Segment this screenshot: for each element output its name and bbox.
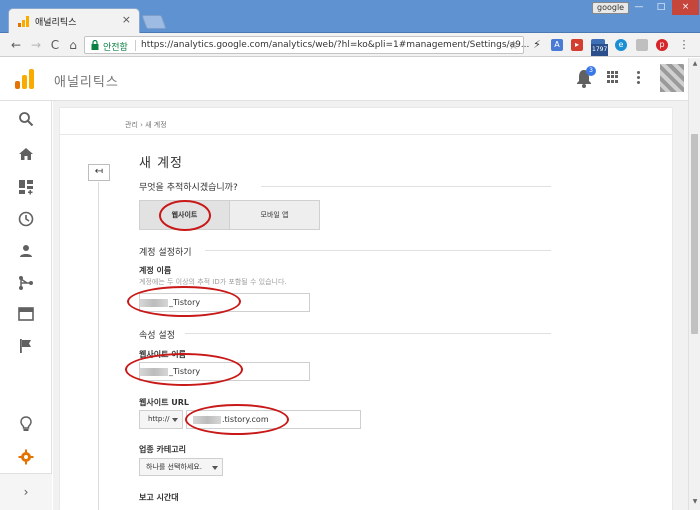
browser-titlebar: 애널리틱스 × google — □ × <box>0 0 700 33</box>
search-icon[interactable] <box>18 111 34 127</box>
url-text[interactable]: https://analytics.google.com/analytics/w… <box>141 40 529 50</box>
apps-grid-icon[interactable] <box>607 71 619 83</box>
address-bar[interactable]: 안전함 https://analytics.google.com/analyti… <box>84 36 529 54</box>
redacted-text <box>193 415 221 424</box>
timezone-label: 보고 시간대 <box>139 493 179 502</box>
secure-label: 안전함 <box>103 43 128 53</box>
left-navigation: › <box>0 101 52 510</box>
account-name-label: 계정 이름 <box>139 266 172 275</box>
new-account-form: 새 계정 무엇을 추적하시겠습니까? 웹사이트 모바일 앱 계정 설정하기 계정… <box>125 108 659 510</box>
behavior-icon[interactable] <box>18 306 34 322</box>
maximize-button[interactable]: □ <box>650 0 672 15</box>
track-question: 무엇을 추적하시겠습니까? <box>139 183 238 193</box>
website-option[interactable]: 웹사이트 <box>140 201 230 229</box>
section-divider <box>261 186 551 187</box>
address-divider <box>135 40 136 51</box>
industry-category-label: 업종 카테고리 <box>139 445 186 454</box>
conversions-flag-icon[interactable] <box>18 338 34 354</box>
pinterest-extension-icon[interactable]: p <box>656 39 668 51</box>
back-arrow-button[interactable]: ↤ <box>88 164 110 181</box>
section-divider <box>205 250 551 251</box>
account-name-input[interactable]: _Tistory <box>139 293 310 312</box>
expand-nav-button[interactable]: › <box>0 473 52 510</box>
website-name-input[interactable]: _Tistory <box>139 362 310 381</box>
scroll-thumb[interactable] <box>691 134 698 334</box>
browser-toolbar: ← → C ⌂ 안전함 https://analytics.google.com… <box>0 33 700 57</box>
translate-extension-icon[interactable]: A <box>551 39 563 51</box>
profile-button[interactable]: google <box>592 2 630 14</box>
analytics-logo-icon <box>15 69 34 89</box>
counter-extension-icon[interactable]: 1797 <box>591 39 609 56</box>
scroll-up-arrow-icon[interactable]: ▲ <box>690 60 700 70</box>
timeline-line <box>98 182 99 510</box>
bookmark-star-icon[interactable]: ☆ <box>508 38 519 52</box>
back-button[interactable]: ← <box>8 37 24 53</box>
user-avatar[interactable] <box>660 64 684 92</box>
analytics-favicon-icon <box>18 16 29 27</box>
customization-icon[interactable] <box>18 179 34 195</box>
protocol-value: http:// <box>148 415 170 423</box>
app-title: 애널리틱스 <box>54 75 119 90</box>
protocol-select[interactable]: http:// <box>139 410 183 429</box>
track-type-toggle: 웹사이트 모바일 앱 <box>139 200 320 230</box>
video-extension-icon[interactable]: ▸ <box>571 39 583 51</box>
new-tab-button[interactable] <box>141 15 167 29</box>
insights-lightbulb-icon[interactable] <box>18 416 34 432</box>
page-scrollbar[interactable]: ▲ ▼ <box>688 58 700 510</box>
chevron-down-icon <box>172 418 178 422</box>
property-settings-heading: 속성 설정 <box>139 331 175 341</box>
tab-close-icon[interactable]: × <box>122 13 131 26</box>
new-account-card: 관리 › 새 계정 ↤ 새 계정 무엇을 추적하시겠습니까? 웹사이트 모바일 … <box>60 108 672 510</box>
home-icon[interactable] <box>18 146 34 162</box>
mobile-app-option[interactable]: 모바일 앱 <box>230 201 319 229</box>
account-name-help: 계정에는 두 이상의 추적 ID가 포함될 수 있습니다. <box>139 278 287 286</box>
chevron-down-icon <box>212 466 218 470</box>
website-name-value: _Tistory <box>140 367 200 376</box>
redacted-text <box>140 298 168 307</box>
forward-button[interactable]: → <box>28 37 44 53</box>
website-url-input[interactable]: .tistory.com <box>186 410 361 429</box>
edge-extension-icon[interactable]: e <box>615 39 627 51</box>
lightning-extension-icon[interactable]: ⚡ <box>531 39 543 51</box>
tab-title: 애널리틱스 <box>35 18 77 28</box>
minimize-button[interactable]: — <box>628 0 650 15</box>
app-header: 애널리틱스 3 <box>0 58 688 101</box>
audience-person-icon[interactable] <box>18 243 34 259</box>
browser-tab[interactable]: 애널리틱스 × <box>8 8 140 33</box>
industry-category-select[interactable]: 하나를 선택하세요. <box>139 458 223 476</box>
page-title: 새 계정 <box>139 156 184 171</box>
main-content: 관리 › 새 계정 ↤ 새 계정 무엇을 추적하시겠습니까? 웹사이트 모바일 … <box>53 101 688 510</box>
home-button[interactable]: ⌂ <box>65 37 81 53</box>
redacted-text <box>140 367 168 376</box>
website-name-label: 웹사이트 이름 <box>139 350 186 359</box>
section-divider <box>185 333 551 334</box>
website-url-label: 웹사이트 URL <box>139 398 189 407</box>
close-window-button[interactable]: × <box>672 0 699 15</box>
admin-gear-icon[interactable] <box>18 449 34 465</box>
chrome-menu-icon[interactable]: ⋮ <box>678 39 690 51</box>
notification-count-badge: 3 <box>586 66 596 76</box>
scroll-down-arrow-icon[interactable]: ▼ <box>690 498 700 508</box>
website-url-value: .tistory.com <box>193 415 269 424</box>
more-options-icon[interactable] <box>637 71 640 85</box>
reload-button[interactable]: C <box>47 37 63 53</box>
industry-category-value: 하나를 선택하세요. <box>146 463 202 471</box>
realtime-clock-icon[interactable] <box>18 211 34 227</box>
acquisition-icon[interactable] <box>18 275 34 291</box>
lock-icon <box>91 40 99 50</box>
account-settings-heading: 계정 설정하기 <box>139 248 192 258</box>
account-name-value: _Tistory <box>140 298 200 307</box>
grey-extension-icon[interactable] <box>636 39 648 51</box>
